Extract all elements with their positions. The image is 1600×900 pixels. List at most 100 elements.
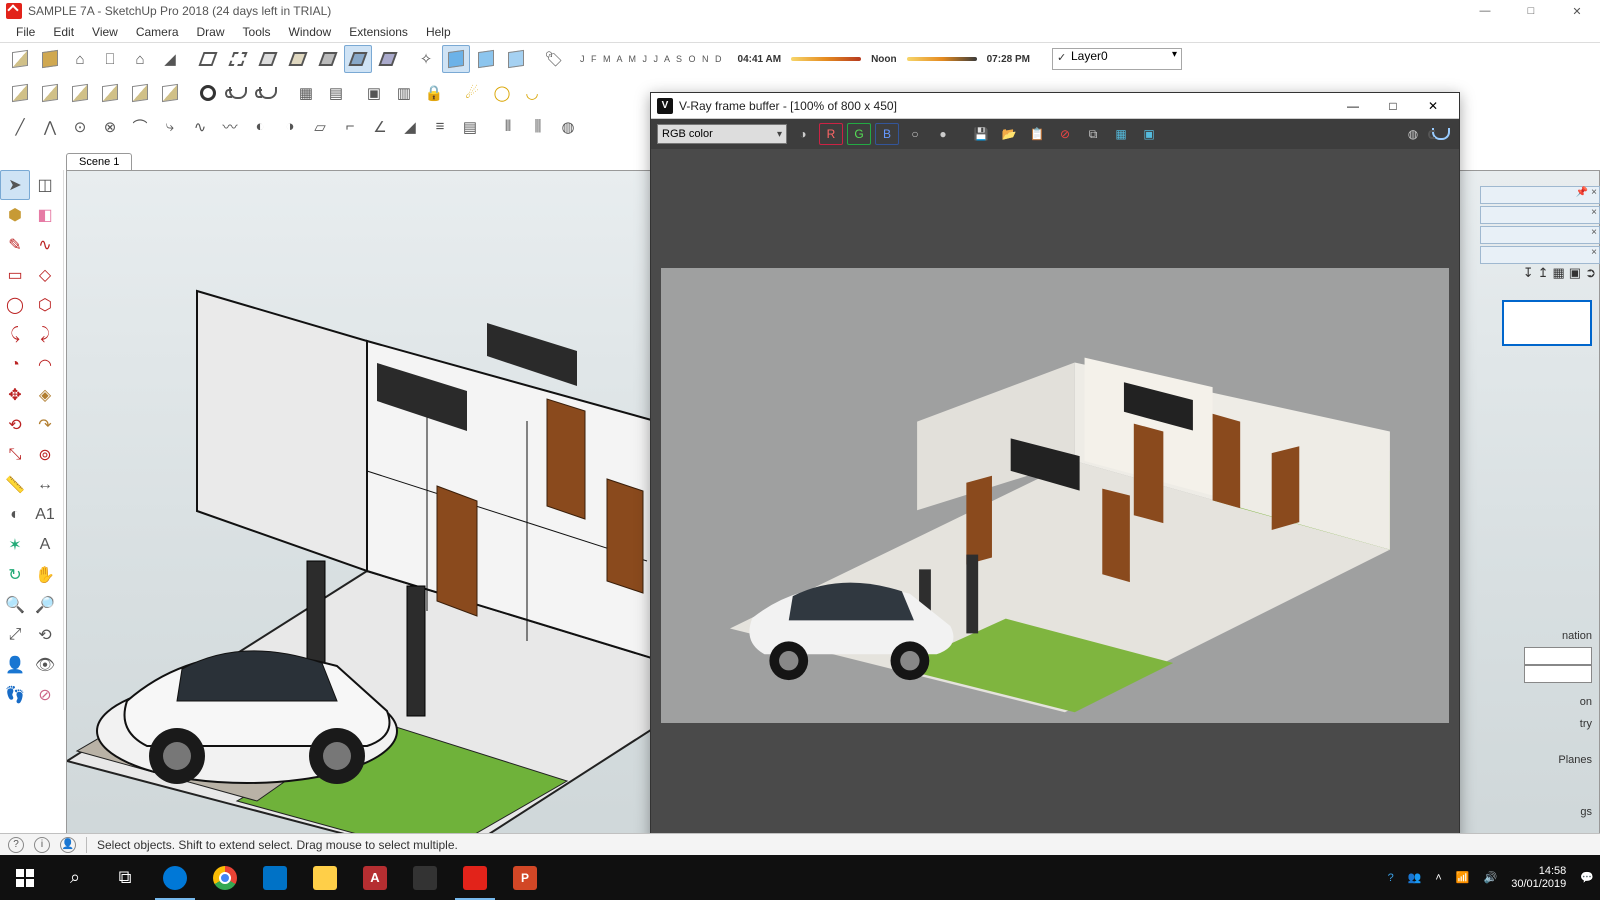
open-icon[interactable]	[36, 45, 64, 73]
scale-icon[interactable]: ⤡	[0, 440, 30, 470]
polygon-icon[interactable]: ⬡	[30, 290, 60, 320]
zoom-window-icon[interactable]: 🔎	[30, 590, 60, 620]
offset-icon[interactable]: ⊚	[30, 440, 60, 470]
fb-titlebar[interactable]: V V-Ray frame buffer - [100% of 800 x 45…	[651, 93, 1459, 119]
freehand-icon[interactable]: ∿	[30, 230, 60, 260]
vray-render-icon[interactable]	[224, 79, 252, 107]
prev-view-icon[interactable]: ⟲	[30, 620, 60, 650]
task-view-button[interactable]: ⧉	[100, 855, 150, 900]
start-button[interactable]	[0, 855, 50, 900]
pencil-icon[interactable]: ✎	[0, 230, 30, 260]
extrude-icon[interactable]: ▱	[306, 113, 334, 141]
section-icon[interactable]: ⊘	[30, 680, 60, 710]
corner-icon[interactable]: ⌐	[336, 113, 364, 141]
style-wire-icon[interactable]	[194, 45, 222, 73]
home-icon[interactable]: ⌂	[66, 45, 94, 73]
tray-clock[interactable]: 14:58 30/01/2019	[1511, 865, 1566, 891]
arc-c-icon[interactable]: ◠	[30, 350, 60, 380]
comp-replace-icon[interactable]	[156, 79, 184, 107]
info-icon[interactable]: i	[34, 837, 50, 853]
comp-edit-icon[interactable]	[36, 79, 64, 107]
style-back-icon[interactable]	[374, 45, 402, 73]
light-dome-icon[interactable]: ◡	[518, 79, 546, 107]
fb-close-button[interactable]: ✕	[1413, 93, 1453, 119]
offset-tool-icon[interactable]: ⊙	[66, 113, 94, 141]
stair-icon[interactable]: ▤	[456, 113, 484, 141]
fb-render-canvas[interactable]	[661, 268, 1449, 723]
zoom-ext-icon[interactable]: ⤢	[0, 620, 30, 650]
weld-icon[interactable]: ⊗	[96, 113, 124, 141]
move-icon[interactable]: ✥	[0, 380, 30, 410]
protractor-icon[interactable]: ◐	[0, 500, 30, 530]
vray-viewport-icon[interactable]: ▦	[292, 79, 320, 107]
send-icon[interactable]: ➲	[1585, 265, 1596, 281]
fb-rgb-icon[interactable]: ◑	[791, 123, 815, 145]
align-icon[interactable]: ↧	[1523, 265, 1534, 281]
fb-teapot-icon[interactable]	[1429, 123, 1453, 145]
text-icon[interactable]: A1	[30, 500, 60, 530]
layer-icon[interactable]: ▣	[1569, 265, 1581, 281]
house-icon[interactable]: ⌂	[126, 45, 154, 73]
dim-icon[interactable]: ↔	[30, 470, 60, 500]
menu-edit[interactable]: Edit	[45, 23, 82, 41]
pan-icon[interactable]: ✋	[30, 560, 60, 590]
vray-lock-icon[interactable]: 🔒	[420, 79, 448, 107]
close-button[interactable]: ✕	[1554, 0, 1600, 22]
view-front-icon[interactable]	[472, 45, 500, 73]
style-tex-icon[interactable]	[284, 45, 312, 73]
fb-channel-dropdown[interactable]: RGB color	[657, 124, 787, 144]
shadow-slider[interactable]	[791, 57, 861, 61]
fb-link-icon[interactable]: ⧉	[1081, 123, 1105, 145]
pie-icon[interactable]: ◔	[0, 350, 30, 380]
building-icon[interactable]: ⎕	[96, 45, 124, 73]
vray-interactive-icon[interactable]	[254, 79, 282, 107]
roof-icon[interactable]: ◢	[156, 45, 184, 73]
paint-icon[interactable]: ⬢	[0, 200, 30, 230]
outlook-app[interactable]	[250, 855, 300, 900]
minimize-button[interactable]: —	[1462, 0, 1508, 22]
user-icon[interactable]: 👤	[60, 837, 76, 853]
help-icon[interactable]: ?	[8, 837, 24, 853]
menu-window[interactable]: Window	[281, 23, 340, 41]
loft-icon[interactable]: ◑	[276, 113, 304, 141]
menu-extensions[interactable]: Extensions	[341, 23, 416, 41]
light-sphere-icon[interactable]: ◯	[488, 79, 516, 107]
fb-save-icon[interactable]: 💾	[969, 123, 993, 145]
tray-notifications-icon[interactable]: 💬	[1580, 871, 1594, 884]
search-button[interactable]: ⌕	[50, 855, 100, 900]
angle-icon[interactable]: ∠	[366, 113, 394, 141]
fb-minimize-button[interactable]: —	[1333, 93, 1373, 119]
line-icon[interactable]: ╱	[6, 113, 34, 141]
3dtext-icon[interactable]: A	[30, 530, 60, 560]
style-xray-icon[interactable]	[344, 45, 372, 73]
arc-tool-icon[interactable]: ⤷	[156, 113, 184, 141]
style-shade-icon[interactable]	[254, 45, 282, 73]
pushpull-icon[interactable]: ◈	[30, 380, 60, 410]
rotrect-icon[interactable]: ◇	[30, 260, 60, 290]
menu-file[interactable]: File	[8, 23, 43, 41]
fillet-icon[interactable]: ⌒	[126, 113, 154, 141]
fb-blue-button[interactable]: B	[875, 123, 899, 145]
menu-camera[interactable]: Camera	[128, 23, 187, 41]
tag-icon[interactable]: 🏷	[540, 45, 568, 73]
vray-batch-icon[interactable]: ▥	[390, 79, 418, 107]
fb-load-icon[interactable]: 📂	[997, 123, 1021, 145]
chrome-app[interactable]	[200, 855, 250, 900]
fb-alpha-icon[interactable]: ○	[903, 123, 927, 145]
zoom-icon[interactable]: 🔍	[0, 590, 30, 620]
shell-icon[interactable]: ◐	[246, 113, 274, 141]
position-cam-icon[interactable]: 👤	[0, 650, 30, 680]
tray-volume-icon[interactable]: 🔊	[1484, 871, 1498, 884]
lasso-icon[interactable]: ◫	[30, 170, 60, 200]
fb-maximize-button[interactable]: □	[1373, 93, 1413, 119]
rect-icon[interactable]: ▭	[0, 260, 30, 290]
fb-copy-icon[interactable]: 📋	[1025, 123, 1049, 145]
template-icon[interactable]	[6, 45, 34, 73]
arc2-icon[interactable]: ⤹	[0, 320, 30, 350]
shadow-slider-2[interactable]	[907, 57, 977, 61]
eraser-icon[interactable]: ◧	[30, 200, 60, 230]
sketchup-app[interactable]	[450, 855, 500, 900]
comp-unique-icon[interactable]	[126, 79, 154, 107]
view-right-icon[interactable]	[502, 45, 530, 73]
light-omni-icon[interactable]: ☄	[458, 79, 486, 107]
